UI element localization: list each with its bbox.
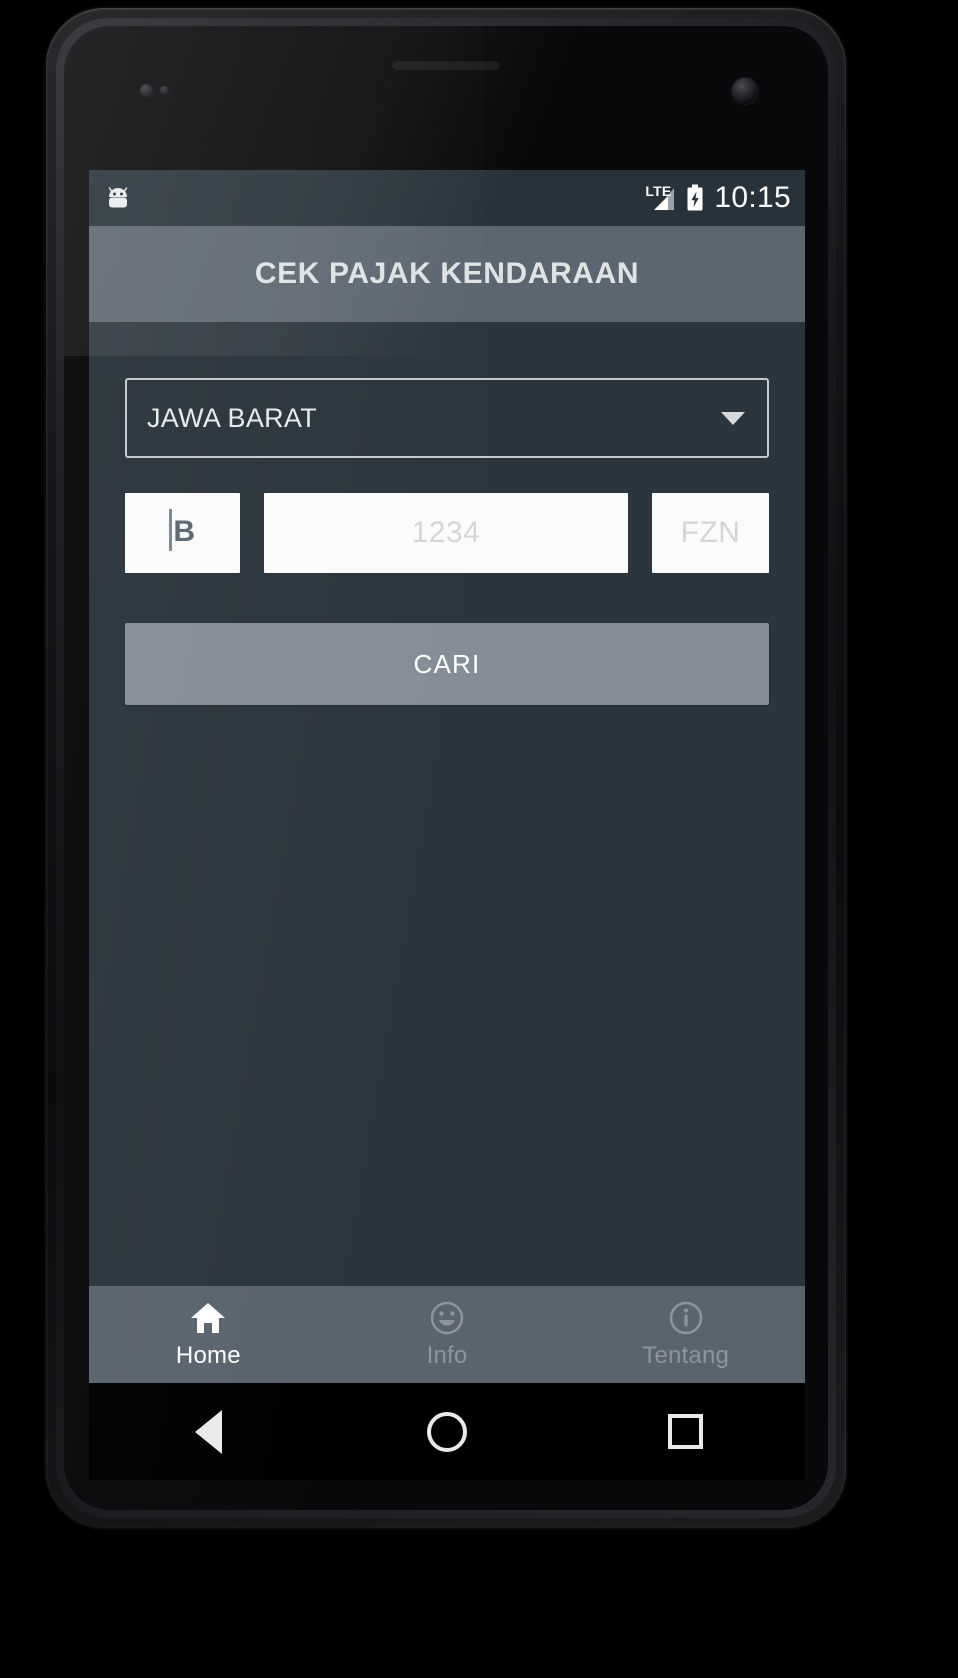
tab-home[interactable]: Home <box>89 1299 328 1370</box>
tab-tentang-label: Tentang <box>642 1342 730 1369</box>
network-type-label: LTE <box>645 183 672 199</box>
home-icon <box>191 1303 226 1333</box>
back-triangle-icon <box>194 1409 222 1454</box>
app-bar: CEK PAJAK KENDARAAN <box>89 226 805 322</box>
tab-info-label: Info <box>426 1342 468 1369</box>
proximity-sensor-icon <box>140 84 153 97</box>
region-spinner[interactable]: JAWA BARAT <box>125 378 769 458</box>
android-robot-icon <box>108 187 128 208</box>
plate-suffix-input[interactable]: FZN <box>652 493 769 573</box>
status-bar-notifications <box>105 186 131 210</box>
plate-suffix-placeholder: FZN <box>680 516 741 549</box>
battery-charging-icon <box>687 184 703 211</box>
main-content: JAWA BARAT B 1234 FZN CARI <box>89 322 805 1286</box>
plate-prefix-input[interactable]: B <box>125 493 240 573</box>
tab-home-label: Home <box>175 1342 241 1369</box>
system-home-button[interactable] <box>328 1411 567 1452</box>
front-camera-icon <box>732 78 758 104</box>
phone-screen: LTE 10:15 CEK PAJAK KENDARAAN JAWA BARAT… <box>89 170 805 1383</box>
plate-number-input[interactable]: 1234 <box>264 493 628 573</box>
page-title: CEK PAJAK KENDARAAN <box>254 257 640 290</box>
status-bar-system-icons: LTE 10:15 <box>645 181 791 214</box>
system-navigation-bar <box>89 1383 805 1480</box>
tab-tentang[interactable]: Tentang <box>566 1299 805 1370</box>
info-circle-icon <box>669 1301 702 1335</box>
tab-info[interactable]: Info <box>328 1299 567 1370</box>
plate-number-placeholder: 1234 <box>411 516 481 549</box>
earpiece-speaker <box>392 60 500 69</box>
plate-input-row: B 1234 FZN <box>125 493 769 573</box>
chevron-down-icon <box>721 411 745 425</box>
system-back-button[interactable] <box>89 1409 328 1454</box>
light-sensor-icon <box>160 86 169 95</box>
text-cursor <box>169 509 173 551</box>
home-circle-icon <box>427 1411 467 1452</box>
region-spinner-value: JAWA BARAT <box>147 402 318 433</box>
system-recents-button[interactable] <box>566 1414 805 1449</box>
signal-indicator: LTE <box>645 183 676 212</box>
screenshot-root: LTE 10:15 CEK PAJAK KENDARAAN JAWA BARAT… <box>0 0 958 1678</box>
bottom-navigation: Home Info Tentang <box>89 1286 805 1383</box>
recents-square-icon <box>668 1414 704 1449</box>
plate-prefix-value: B <box>173 514 196 548</box>
search-button[interactable]: CARI <box>125 623 769 705</box>
status-bar: LTE 10:15 <box>89 170 805 226</box>
smiley-face-icon <box>430 1301 464 1335</box>
search-button-label: CARI <box>413 648 481 679</box>
status-bar-clock: 10:15 <box>714 181 791 214</box>
plate-prefix-content: B <box>169 509 196 554</box>
